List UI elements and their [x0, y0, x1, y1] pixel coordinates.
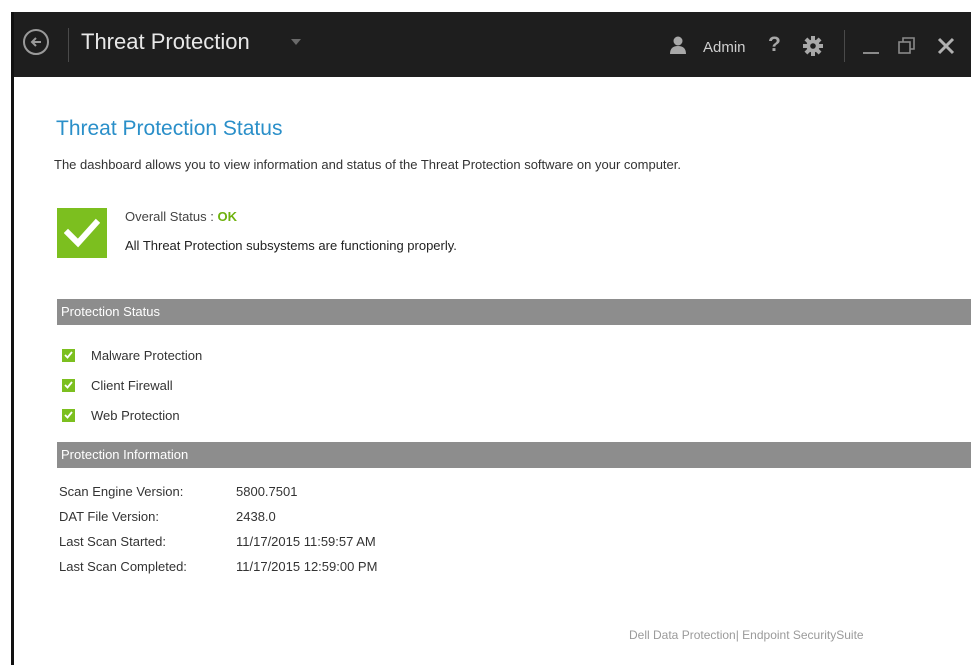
info-value: 11/17/2015 11:59:57 AM: [236, 534, 376, 549]
info-value: 2438.0: [236, 509, 276, 524]
overall-status-label: Overall Status :: [125, 209, 214, 224]
back-button[interactable]: [23, 29, 49, 55]
protection-information-table: Scan Engine Version: 5800.7501 DAT File …: [59, 479, 377, 579]
title-separator: [68, 28, 69, 62]
info-label: DAT File Version:: [59, 509, 159, 524]
protection-item-label: Malware Protection: [91, 347, 203, 363]
main-content: Threat Protection Status The dashboard a…: [14, 77, 971, 665]
overall-status-detail: All Threat Protection subsystems are fun…: [125, 238, 457, 253]
protection-status-list: Malware Protection Client Firewall Web P…: [62, 340, 202, 430]
footer-brand: Dell Data Protection| Endpoint SecurityS…: [629, 628, 864, 642]
checkbox-checked-icon: [62, 408, 75, 422]
info-label: Last Scan Completed:: [59, 559, 187, 574]
gear-icon[interactable]: [803, 36, 823, 56]
question-mark-icon[interactable]: ?: [768, 33, 781, 57]
list-item: Client Firewall: [62, 370, 202, 400]
minimize-icon[interactable]: [863, 52, 879, 54]
checkmark-icon: [64, 218, 100, 248]
close-icon[interactable]: [936, 36, 956, 56]
info-label: Last Scan Started:: [59, 534, 166, 549]
user-name[interactable]: Admin: [703, 39, 746, 56]
checkbox-checked-icon: [62, 348, 75, 362]
restore-icon[interactable]: [898, 37, 916, 55]
app-window: Threat Protection Admin ? Threat Protect…: [11, 12, 971, 665]
info-label: Scan Engine Version:: [59, 484, 184, 499]
info-value: 5800.7501: [236, 484, 298, 499]
page-description: The dashboard allows you to view informa…: [54, 157, 681, 172]
controls-separator: [844, 30, 845, 62]
protection-information-header: Protection Information: [57, 442, 971, 468]
list-item: Malware Protection: [62, 340, 202, 370]
protection-status-header: Protection Status: [57, 299, 971, 325]
table-row: Last Scan Completed: 11/17/2015 12:59:00…: [59, 554, 377, 579]
overall-status-indicator: [57, 208, 107, 258]
table-row: Scan Engine Version: 5800.7501: [59, 479, 377, 504]
overall-status-value: OK: [217, 209, 238, 224]
list-item: Web Protection: [62, 400, 202, 430]
app-title[interactable]: Threat Protection: [81, 29, 250, 55]
protection-item-label: Client Firewall: [91, 377, 173, 393]
overall-status-line: Overall Status : OK: [125, 209, 237, 224]
protection-item-label: Web Protection: [91, 407, 180, 423]
page-title: Threat Protection Status: [56, 117, 283, 140]
title-bar: Threat Protection Admin ?: [14, 12, 971, 77]
caret-down-icon[interactable]: [291, 39, 301, 45]
table-row: DAT File Version: 2438.0: [59, 504, 377, 529]
info-value: 11/17/2015 12:59:00 PM: [236, 559, 378, 574]
user-icon[interactable]: [670, 36, 686, 54]
checkbox-checked-icon: [62, 378, 75, 392]
table-row: Last Scan Started: 11/17/2015 11:59:57 A…: [59, 529, 377, 554]
back-arrow-circle-icon: [30, 37, 41, 47]
